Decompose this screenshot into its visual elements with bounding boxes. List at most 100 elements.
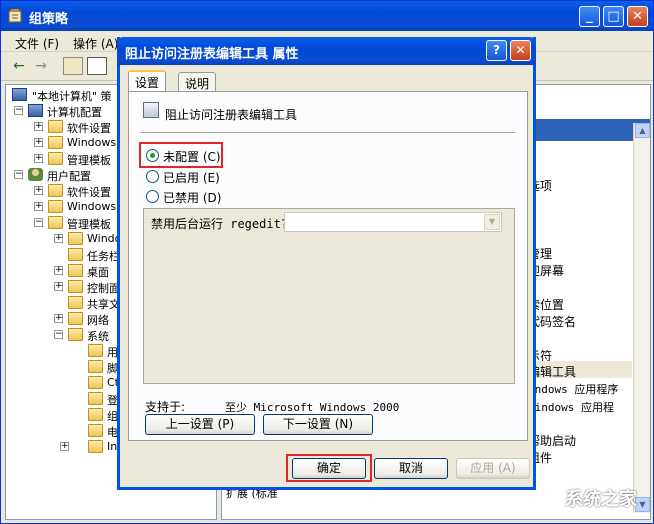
radio-checked-icon[interactable] bbox=[146, 149, 159, 162]
folder-icon bbox=[88, 392, 103, 405]
expand-icon[interactable]: + bbox=[34, 186, 43, 195]
tab-settings-label: 设置 bbox=[135, 76, 160, 90]
folder-icon bbox=[48, 184, 63, 197]
properties-dialog: 阻止访问注册表编辑工具 属性 ? ✕ 设置 说明 阻止访问注册表编辑工具 未配置… bbox=[117, 37, 536, 490]
chevron-down-icon[interactable]: ▼ bbox=[484, 214, 500, 230]
tree-item-label: 计算机配置 bbox=[47, 106, 102, 119]
folder-icon bbox=[68, 296, 83, 309]
close-dialog-button[interactable]: ✕ bbox=[510, 40, 531, 61]
folder-icon bbox=[68, 312, 83, 325]
radio-unchecked-icon[interactable] bbox=[146, 190, 159, 203]
folder-icon bbox=[68, 248, 83, 261]
folder-open-icon bbox=[48, 216, 63, 229]
folder-icon bbox=[88, 408, 103, 421]
collapse-icon[interactable]: − bbox=[14, 170, 23, 179]
folder-icon bbox=[68, 264, 83, 277]
tree-item-label: In bbox=[107, 440, 118, 453]
close-main-button[interactable]: ✕ bbox=[627, 6, 648, 27]
scroll-up-icon[interactable]: ▲ bbox=[635, 123, 650, 138]
collapse-icon[interactable]: − bbox=[54, 330, 63, 339]
folder-icon bbox=[88, 376, 103, 389]
option-combobox[interactable]: ▼ bbox=[284, 212, 502, 232]
show-hide-tree-icon[interactable] bbox=[87, 57, 107, 75]
menu-action[interactable]: 操作 (A) bbox=[73, 35, 118, 52]
options-box: 禁用后台运行 regedit? ▼ bbox=[143, 208, 515, 384]
expand-icon[interactable]: + bbox=[60, 442, 69, 451]
supported-on-label: 支持于: bbox=[145, 400, 186, 414]
folder-icon bbox=[48, 136, 63, 149]
tab-settings[interactable]: 设置 bbox=[128, 70, 167, 92]
dialog-titlebar: 阻止访问注册表编辑工具 属性 ? ✕ bbox=[117, 37, 536, 65]
folder-icon bbox=[68, 232, 83, 245]
tree-root-label: "本地计算机" 策 bbox=[32, 90, 112, 103]
user-icon bbox=[28, 168, 43, 181]
maximize-button[interactable]: □ bbox=[603, 6, 624, 27]
expand-icon[interactable]: + bbox=[54, 266, 63, 275]
expand-icon[interactable]: + bbox=[34, 202, 43, 211]
tree-item-label: 网络 bbox=[87, 314, 109, 327]
collapse-icon[interactable]: − bbox=[14, 106, 23, 115]
help-button[interactable]: ? bbox=[486, 40, 507, 61]
tree-item-label: 软件设置 bbox=[67, 122, 111, 135]
folder-icon bbox=[88, 344, 103, 357]
expand-icon[interactable]: + bbox=[34, 122, 43, 131]
expand-icon[interactable]: + bbox=[34, 138, 43, 147]
watermark-logo-icon bbox=[537, 483, 563, 509]
menu-file[interactable]: 文件 (F) bbox=[15, 35, 59, 52]
main-window-title: 组策略 bbox=[29, 12, 69, 27]
radio-not-configured-label: 未配置 (C) bbox=[163, 150, 221, 164]
cancel-button[interactable]: 取消 bbox=[374, 458, 448, 479]
watermark: 系统之家 bbox=[537, 479, 651, 513]
back-arrow-icon[interactable]: ← bbox=[9, 57, 29, 75]
tree-item-label: 桌面 bbox=[87, 266, 109, 279]
watermark-text: 系统之家 bbox=[565, 489, 637, 510]
expand-icon[interactable]: + bbox=[34, 154, 43, 163]
folder-open-icon bbox=[68, 328, 83, 341]
tree-item-label: Windows bbox=[67, 136, 117, 149]
tree-item-label: 共享文 bbox=[87, 298, 120, 311]
tab-explain[interactable]: 说明 bbox=[178, 72, 217, 92]
tree-item-label: 管理模板 bbox=[67, 154, 111, 167]
forward-arrow-icon[interactable]: → bbox=[31, 57, 51, 75]
radio-enabled-label: 已启用 (E) bbox=[163, 171, 220, 185]
folder-icon bbox=[88, 440, 103, 453]
up-folder-icon[interactable] bbox=[63, 57, 83, 75]
tree-item-label: Windows bbox=[67, 200, 117, 213]
folder-icon bbox=[48, 200, 63, 213]
setting-item[interactable]: Windows 应用程 bbox=[528, 399, 614, 415]
policy-icon bbox=[143, 102, 159, 118]
group-policy-app-icon bbox=[7, 8, 23, 24]
radio-unchecked-icon[interactable] bbox=[146, 170, 159, 183]
separator bbox=[141, 132, 515, 133]
main-titlebar: 组策略 _ □ ✕ bbox=[1, 1, 653, 31]
ok-button[interactable]: 确定 bbox=[292, 458, 366, 479]
folder-icon bbox=[88, 360, 103, 373]
tree-item-label: 管理模板 bbox=[67, 218, 111, 231]
tab-explain-label: 说明 bbox=[185, 77, 210, 91]
option-label: 禁用后台运行 regedit? bbox=[151, 217, 289, 231]
next-setting-button[interactable]: 下一设置 (N) bbox=[263, 414, 373, 435]
expand-icon[interactable]: + bbox=[54, 234, 63, 243]
tree-item-label: 控制面 bbox=[87, 282, 120, 295]
apply-button[interactable]: 应用 (A) bbox=[456, 458, 530, 479]
folder-icon bbox=[48, 152, 63, 165]
tree-item-label: 软件设置 bbox=[67, 186, 111, 199]
tree-item-label: 系统 bbox=[87, 330, 109, 343]
previous-setting-button[interactable]: 上一设置 (P) bbox=[145, 414, 255, 435]
folder-icon bbox=[88, 424, 103, 437]
expand-icon[interactable]: + bbox=[54, 314, 63, 323]
supported-on-value: 至少 Microsoft Windows 2000 bbox=[225, 401, 400, 414]
policy-name: 阻止访问注册表编辑工具 bbox=[165, 108, 298, 122]
computer-icon bbox=[28, 104, 43, 117]
minimize-button[interactable]: _ bbox=[579, 6, 600, 27]
settings-panel: 阻止访问注册表编辑工具 未配置 (C) 已启用 (E) 已禁用 (D) 禁用后台… bbox=[128, 91, 528, 441]
folder-icon bbox=[68, 280, 83, 293]
tree-item-label: 任务栏 bbox=[87, 250, 120, 263]
tree-item-label: 用户配置 bbox=[47, 170, 91, 183]
setting-item[interactable]: indows 应用程序 bbox=[528, 381, 618, 397]
collapse-icon[interactable]: − bbox=[34, 218, 43, 227]
vertical-scrollbar[interactable]: ▲ ▼ bbox=[633, 123, 650, 513]
folder-icon bbox=[48, 120, 63, 133]
radio-disabled-label: 已禁用 (D) bbox=[163, 191, 222, 205]
expand-icon[interactable]: + bbox=[54, 282, 63, 291]
